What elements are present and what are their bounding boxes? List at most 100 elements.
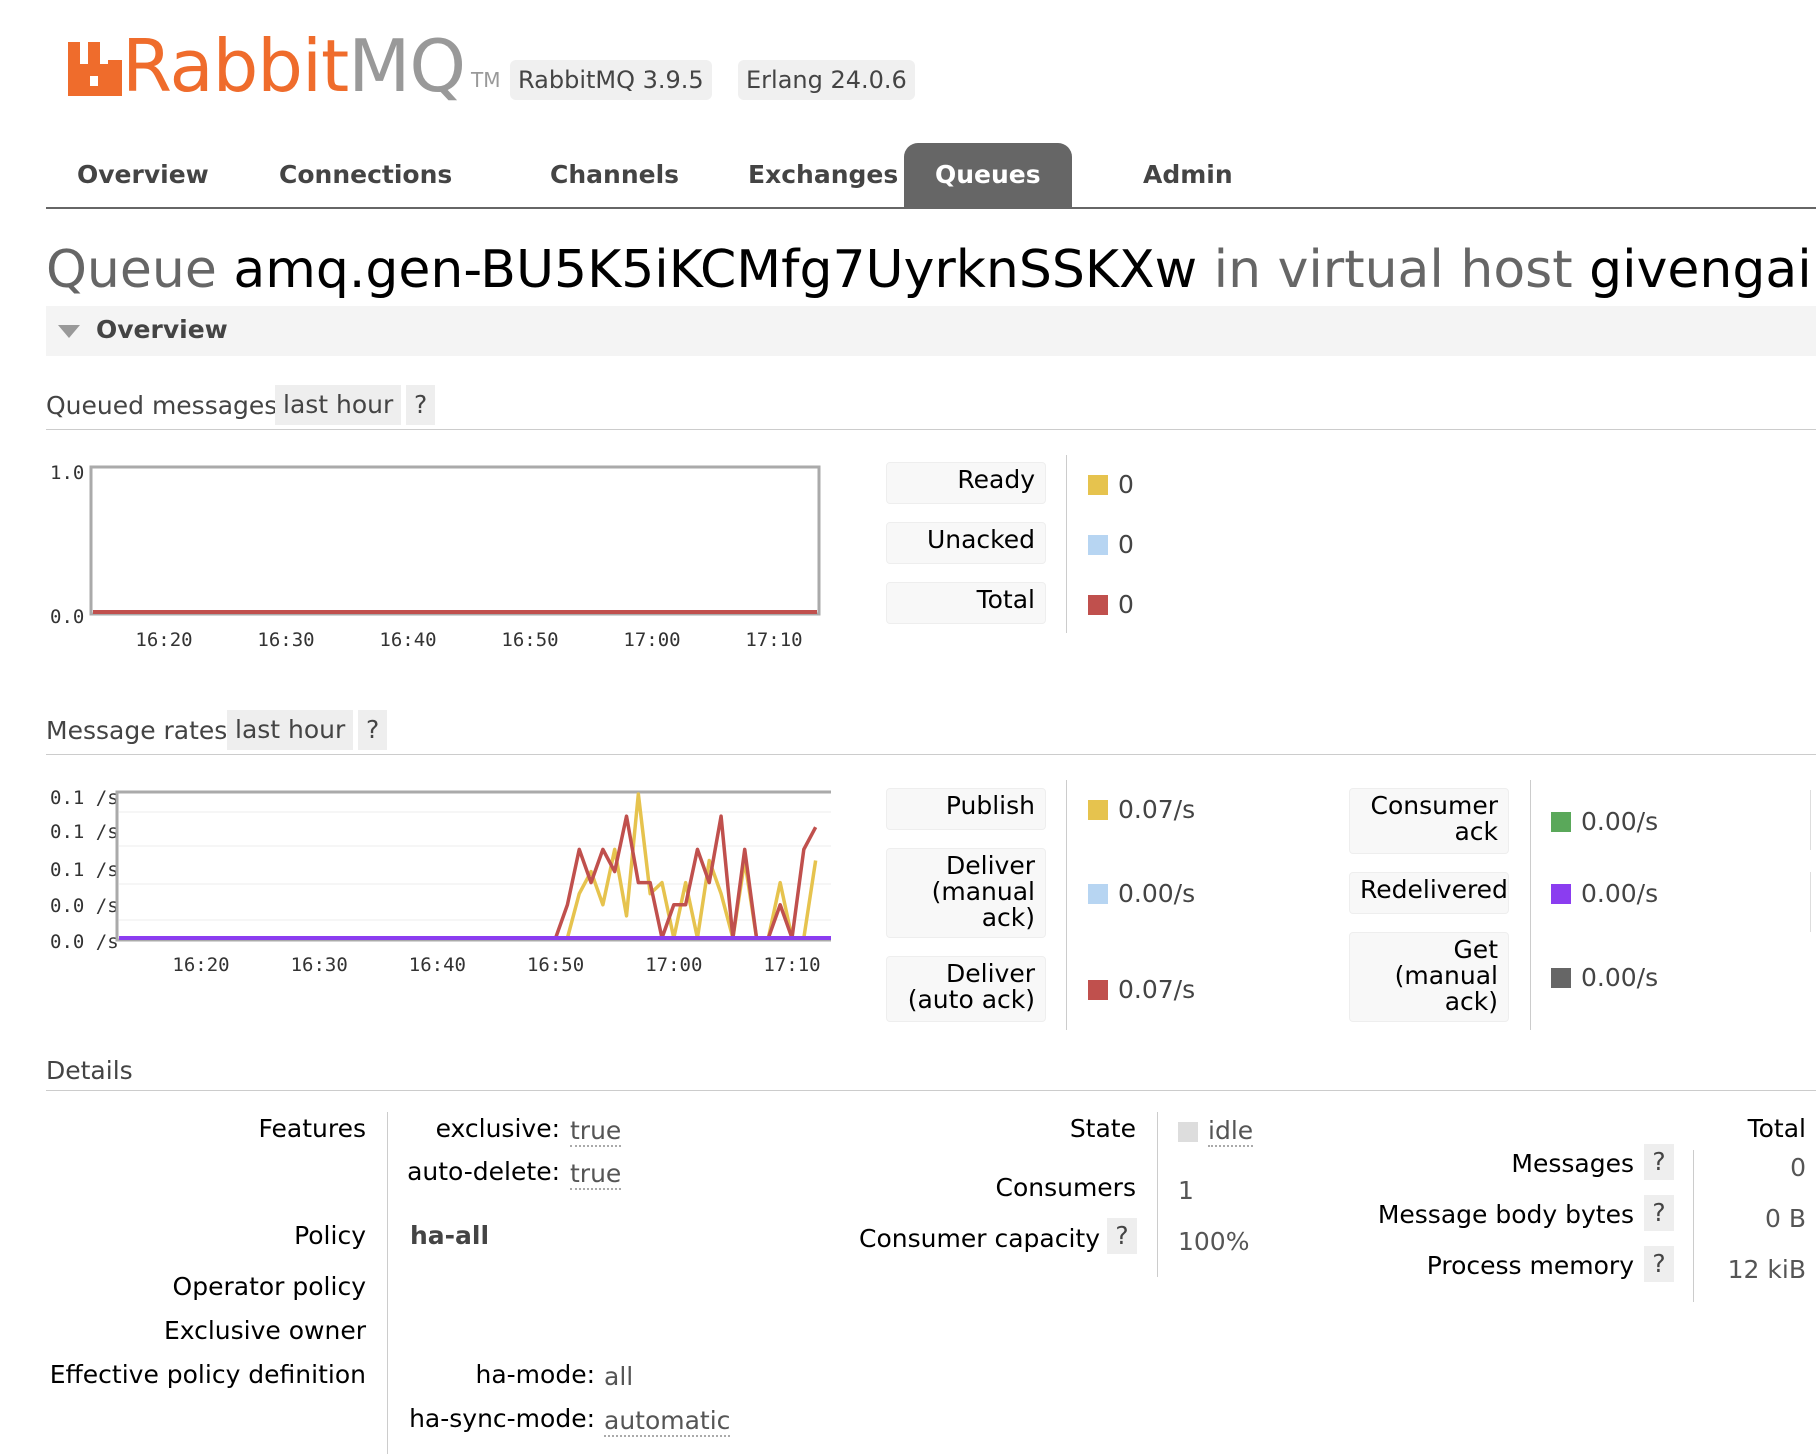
legend-unacked-label: Unacked <box>886 522 1046 564</box>
consumer-ack-rate: 0.00/s <box>1581 807 1659 836</box>
state-idle-indicator <box>1178 1122 1198 1142</box>
tab-connections[interactable]: Connections <box>248 143 483 207</box>
rabbitmq-logo-icon <box>68 42 122 96</box>
title-middle: in virtual host <box>1213 240 1573 300</box>
y-tick-label: 0.1 /s <box>50 821 119 843</box>
consumer-capacity-help-button[interactable]: ? <box>1107 1218 1137 1254</box>
y-tick-label: 0.0 <box>50 606 84 628</box>
overview-section-header[interactable] <box>46 306 1816 356</box>
tab-overview[interactable]: Overview <box>46 143 240 207</box>
ha-sync-mode-value: automatic <box>604 1406 731 1437</box>
ready-swatch <box>1088 475 1108 495</box>
rates-help-button[interactable]: ? <box>358 710 388 750</box>
state-label: State <box>1069 1114 1136 1143</box>
queued-messages-label: Queued messages <box>46 391 278 420</box>
redelivered-swatch <box>1551 884 1571 904</box>
stat-messages-value: 0 <box>1790 1153 1806 1182</box>
queued-messages-chart: 1.0 0.0 16:20 16:30 16:40 16:50 17:00 17:10 <box>50 462 821 651</box>
get-manual-rate: 0.00/s <box>1581 963 1659 992</box>
logo-rabbit-text: Rabbit <box>122 24 349 108</box>
details-header: Details <box>46 1048 1816 1091</box>
rates-range-selector[interactable]: last hour <box>227 710 354 750</box>
x-tick-label: 16:40 <box>379 629 436 651</box>
consumer-capacity-label: Consumer capacity <box>859 1224 1100 1253</box>
x-tick-label: 17:10 <box>745 629 802 651</box>
tab-admin[interactable]: Admin <box>1112 143 1264 207</box>
tab-exchanges[interactable]: Exchanges <box>717 143 929 207</box>
y-tick-label: 0.0 /s <box>50 931 119 953</box>
tab-channels[interactable]: Channels <box>519 143 710 207</box>
redelivered-rate: 0.00/s <box>1581 879 1659 908</box>
effective-policy-label: Effective policy definition <box>49 1360 366 1389</box>
unacked-swatch <box>1088 535 1108 555</box>
y-tick-label: 0.0 /s <box>50 895 119 917</box>
message-rates-label: Message rates <box>46 716 228 745</box>
features-label: Features <box>258 1114 367 1143</box>
chart-plot-area <box>89 465 821 616</box>
logo-trademark: TM <box>471 68 501 92</box>
operator-policy-label: Operator policy <box>172 1272 366 1301</box>
overview-section-label[interactable]: Overview <box>96 315 228 344</box>
details-label: Details <box>46 1056 133 1085</box>
legend-deliver-manual-label: Deliver (manual ack) <box>886 848 1046 938</box>
x-tick-label: 16:50 <box>501 629 558 651</box>
legend-deliver-auto-label: Deliver (auto ack) <box>886 956 1046 1022</box>
tab-queues[interactable]: Queues <box>904 143 1072 207</box>
body-bytes-help-button[interactable]: ? <box>1644 1195 1674 1231</box>
logo-mq-text: MQ <box>348 24 466 108</box>
total-swatch <box>1088 595 1108 615</box>
legend-ready-label: Ready <box>886 462 1046 504</box>
x-tick-label: 17:10 <box>763 954 820 976</box>
y-tick-label: 1.0 <box>50 462 84 484</box>
stat-body-bytes-label: Message body bytes <box>1377 1200 1634 1229</box>
legend-divider <box>1066 455 1067 633</box>
legend-consumer-ack-label: Consumer ack <box>1349 788 1509 854</box>
process-memory-help-button[interactable]: ? <box>1644 1246 1674 1282</box>
state-value: idle <box>1208 1116 1254 1147</box>
exclusive-owner-label: Exclusive owner <box>163 1316 366 1345</box>
stats-total-header: Total <box>1747 1114 1806 1143</box>
chart-plot-area <box>115 790 831 942</box>
unacked-value: 0 <box>1118 530 1134 559</box>
x-tick-label: 16:20 <box>172 954 229 976</box>
details-divider <box>1157 1112 1158 1277</box>
queued-help-button[interactable]: ? <box>406 385 436 425</box>
legend-redelivered-label: Redelivered <box>1349 872 1509 914</box>
policy-label: Policy <box>294 1221 366 1250</box>
stat-body-bytes-value: 0 B <box>1764 1204 1806 1233</box>
policy-link[interactable]: ha-all <box>410 1221 489 1250</box>
legend-get-manual-label: Get (manual ack) <box>1349 932 1509 1022</box>
message-rates-header: Message rates last hour ? <box>46 710 1816 755</box>
rabbitmq-version-badge: RabbitMQ 3.9.5 <box>510 60 712 100</box>
get-manual-swatch <box>1551 968 1571 988</box>
stat-process-memory-value: 12 kiB <box>1727 1255 1806 1284</box>
consumers-value: 1 <box>1178 1176 1194 1205</box>
legend-overflow-edge <box>1810 872 1816 932</box>
vhost-name: givengain <box>1589 240 1816 300</box>
x-tick-label: 16:40 <box>409 954 466 976</box>
publish-rate: 0.07/s <box>1118 795 1196 824</box>
feature-auto-delete-value: true <box>570 1159 622 1190</box>
details-divider <box>387 1112 388 1454</box>
messages-help-button[interactable]: ? <box>1644 1144 1674 1180</box>
consumer-capacity-value: 100% <box>1178 1227 1250 1256</box>
feature-auto-delete-key: auto-delete: <box>407 1157 560 1186</box>
ha-sync-mode-key: ha-sync-mode: <box>409 1404 595 1433</box>
queue-name: amq.gen-BU5K5iKCMfg7UyrknSSKXw <box>233 240 1198 300</box>
ha-mode-value: all <box>604 1362 634 1391</box>
queued-range-selector[interactable]: last hour <box>275 385 402 425</box>
deliver-manual-rate: 0.00/s <box>1118 879 1196 908</box>
rabbitmq-logo[interactable]: RabbitMQ TM <box>68 22 501 102</box>
ready-value: 0 <box>1118 470 1134 499</box>
x-tick-label: 16:50 <box>527 954 584 976</box>
message-rates-chart: 0.1 /s 0.1 /s 0.1 /s 0.0 /s 0.0 /s 16:20… <box>50 787 831 976</box>
logo-wordmark: RabbitMQ <box>122 30 466 102</box>
x-tick-label: 16:30 <box>291 954 348 976</box>
legend-divider <box>1530 780 1531 1030</box>
queued-messages-header: Queued messages last hour ? <box>46 385 1816 430</box>
legend-total-label: Total <box>886 582 1046 624</box>
stat-messages-label: Messages <box>1511 1149 1634 1178</box>
collapse-triangle-icon[interactable] <box>58 325 80 338</box>
publish-swatch <box>1088 800 1108 820</box>
title-prefix: Queue <box>46 240 217 300</box>
